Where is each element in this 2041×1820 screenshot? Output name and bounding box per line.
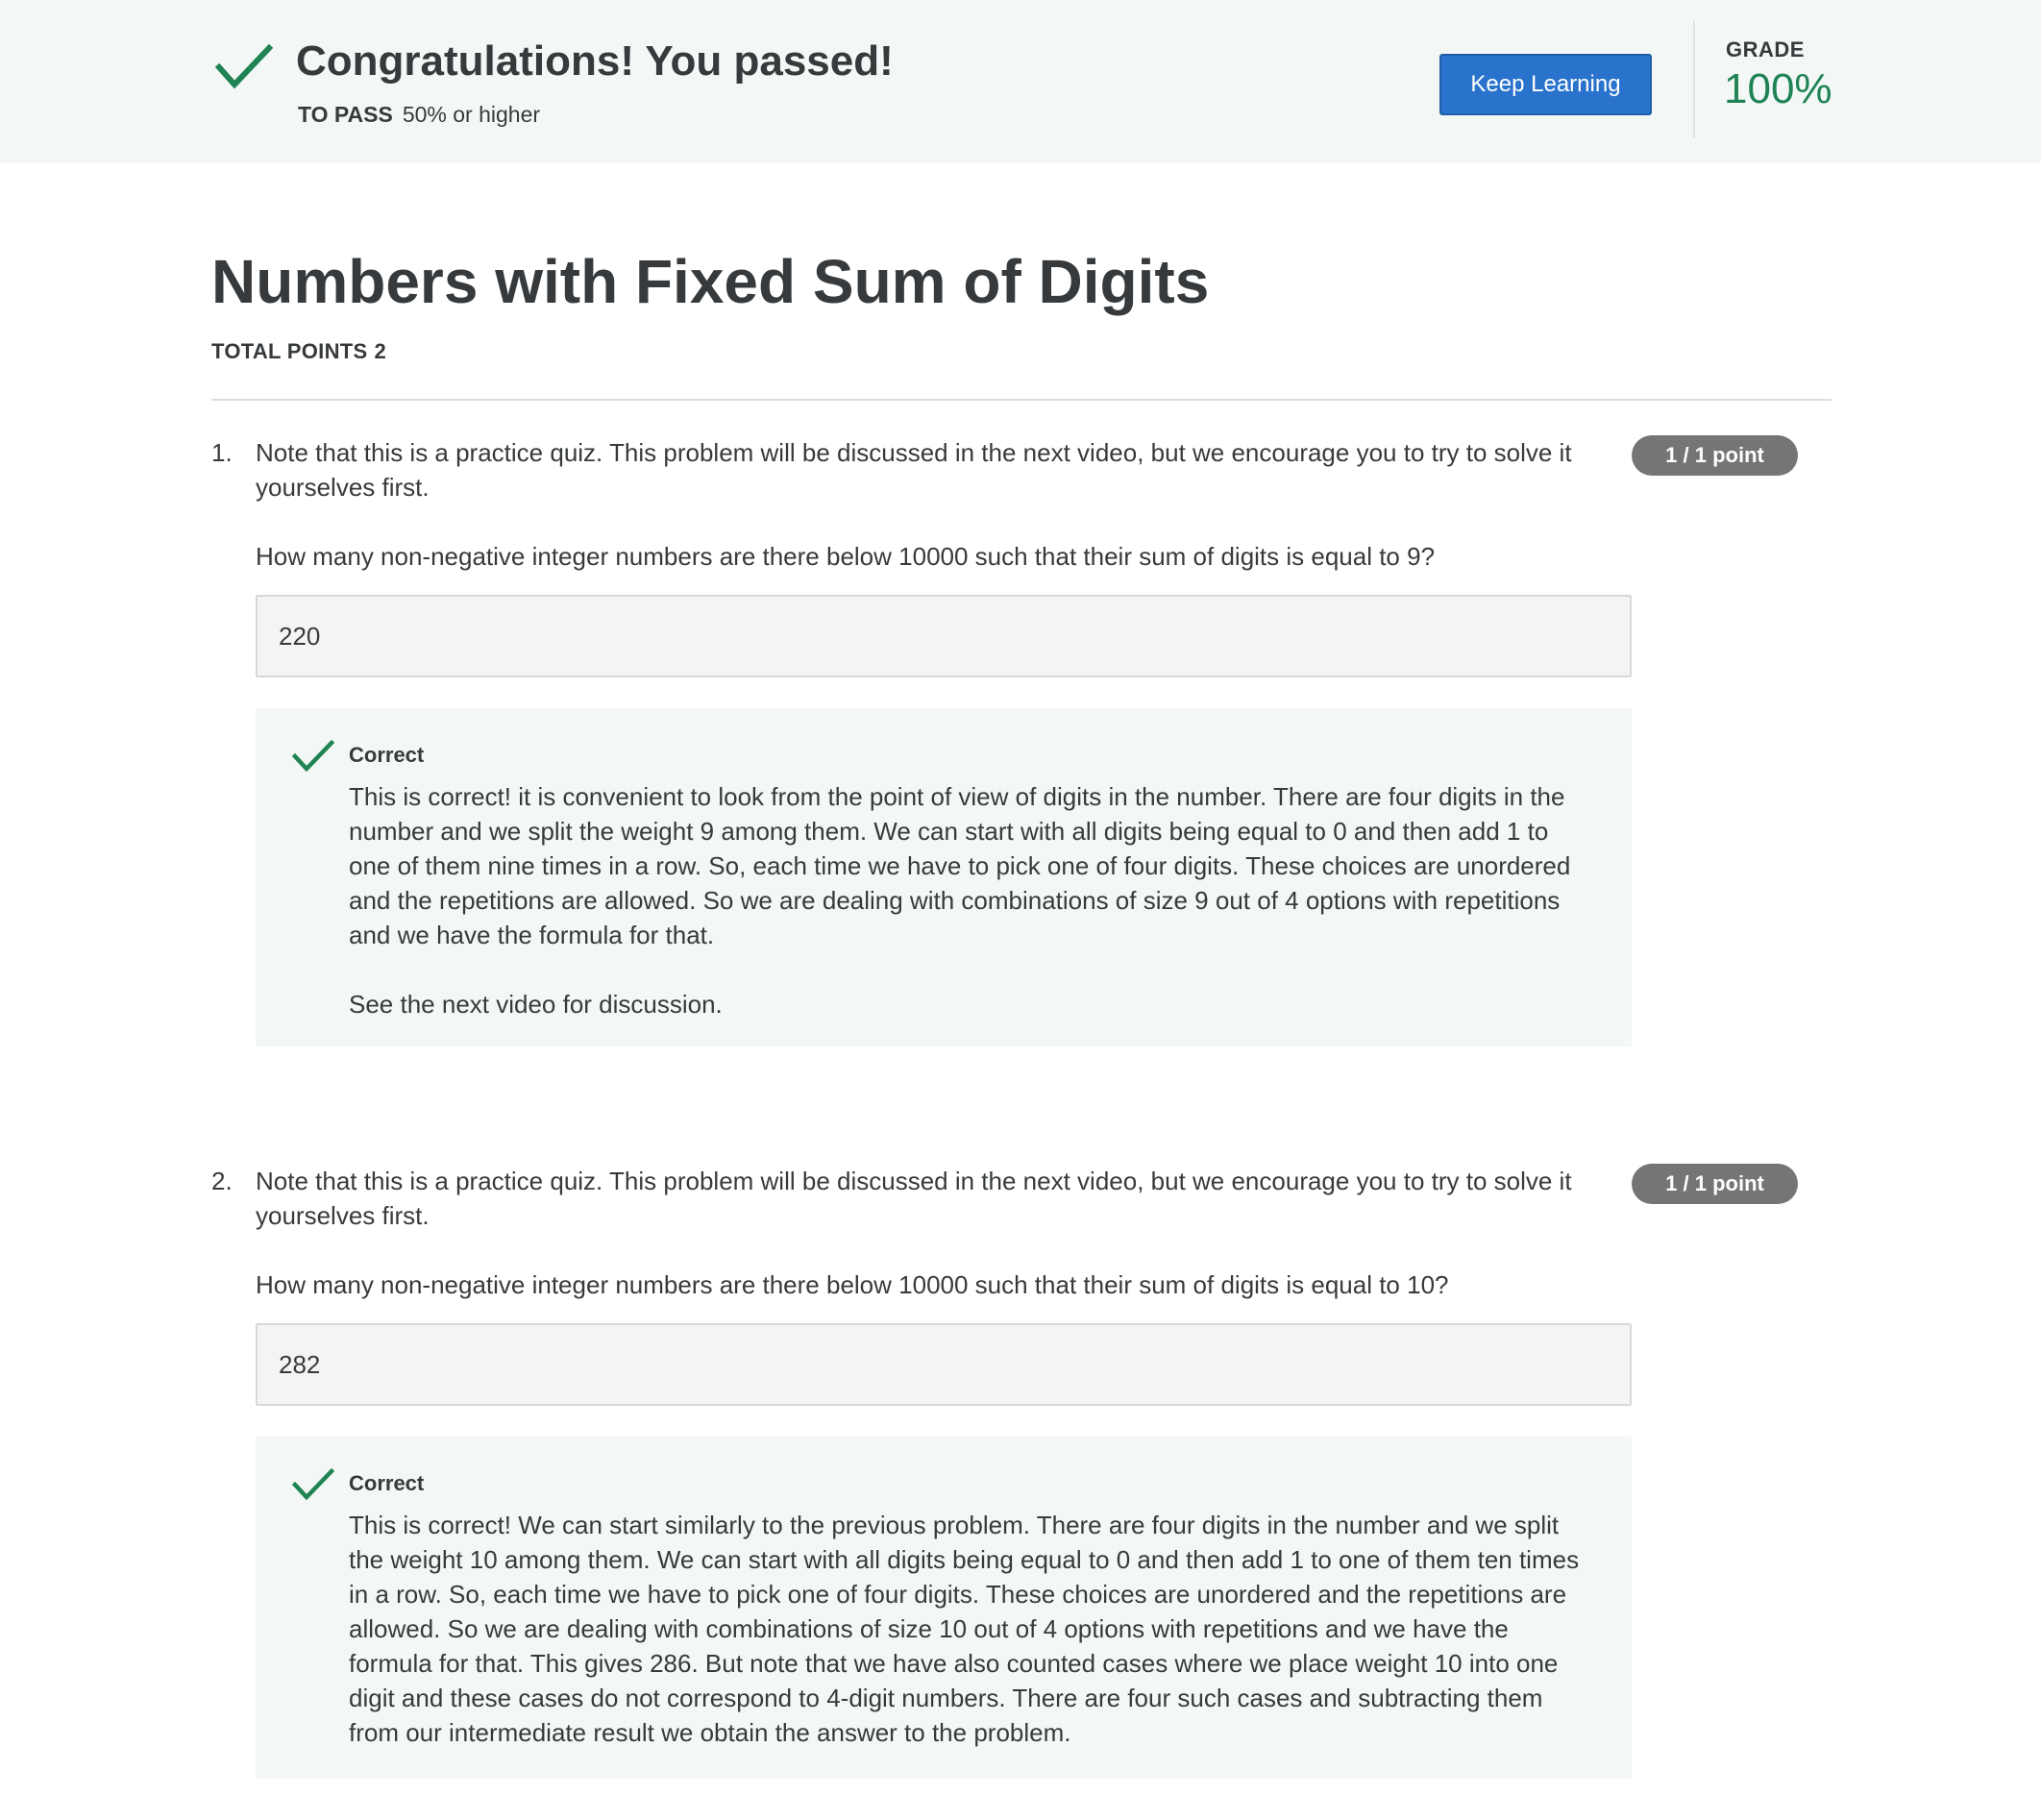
answer-field[interactable]: 220 — [256, 595, 1632, 677]
feedback-label: Correct — [349, 1471, 425, 1495]
checkmark-icon — [215, 43, 273, 89]
answer-field[interactable]: 282 — [256, 1323, 1632, 1406]
keep-learning-button[interactable]: Keep Learning — [1439, 54, 1652, 115]
question-prompt: How many non-negative integer numbers ar… — [256, 542, 1436, 571]
total-points-value: 2 — [374, 339, 387, 363]
quiz-title: Numbers with Fixed Sum of Digits — [211, 247, 1210, 316]
question-number: 2. — [211, 1167, 233, 1195]
question-intro: Note that this is a practice quiz. This … — [256, 1167, 1572, 1230]
question-intro: Note that this is a practice quiz. This … — [256, 438, 1572, 502]
pass-requirement: TO PASS 50% or higher — [298, 100, 540, 129]
to-pass-label: TO PASS — [298, 102, 393, 127]
feedback-note: See the next video for discussion. — [349, 990, 723, 1019]
total-points-label: TOTAL POINTS — [211, 339, 368, 363]
question-number: 1. — [211, 438, 233, 467]
feedback-panel: Correct This is correct! We can start si… — [256, 1437, 1632, 1779]
result-banner: Congratulations! You passed! TO PASS 50% … — [0, 0, 2041, 163]
checkmark-icon — [292, 1467, 334, 1501]
grade-value: 100% — [1724, 65, 1832, 112]
banner-divider — [1693, 21, 1695, 138]
feedback-label: Correct — [349, 743, 425, 767]
result-title: Congratulations! You passed! — [296, 37, 894, 85]
section-divider — [211, 399, 1832, 401]
feedback-text: This is correct! We can start similarly … — [349, 1511, 1580, 1747]
points-badge: 1 / 1 point — [1632, 435, 1798, 476]
question-item: 1. Note that this is a practice quiz. Th… — [0, 435, 2041, 1050]
grade-label: GRADE — [1726, 37, 1805, 61]
feedback-panel: Correct This is correct! it is convenien… — [256, 708, 1632, 1046]
question-prompt: How many non-negative integer numbers ar… — [256, 1270, 1449, 1299]
checkmark-icon — [292, 739, 334, 773]
question-item: 2. Note that this is a practice quiz. Th… — [0, 1164, 2041, 1779]
to-pass-value: 50% or higher — [402, 102, 541, 127]
feedback-text: This is correct! it is convenient to loo… — [349, 782, 1571, 949]
total-points: TOTAL POINTS 2 — [211, 338, 386, 365]
points-badge: 1 / 1 point — [1632, 1164, 1798, 1204]
